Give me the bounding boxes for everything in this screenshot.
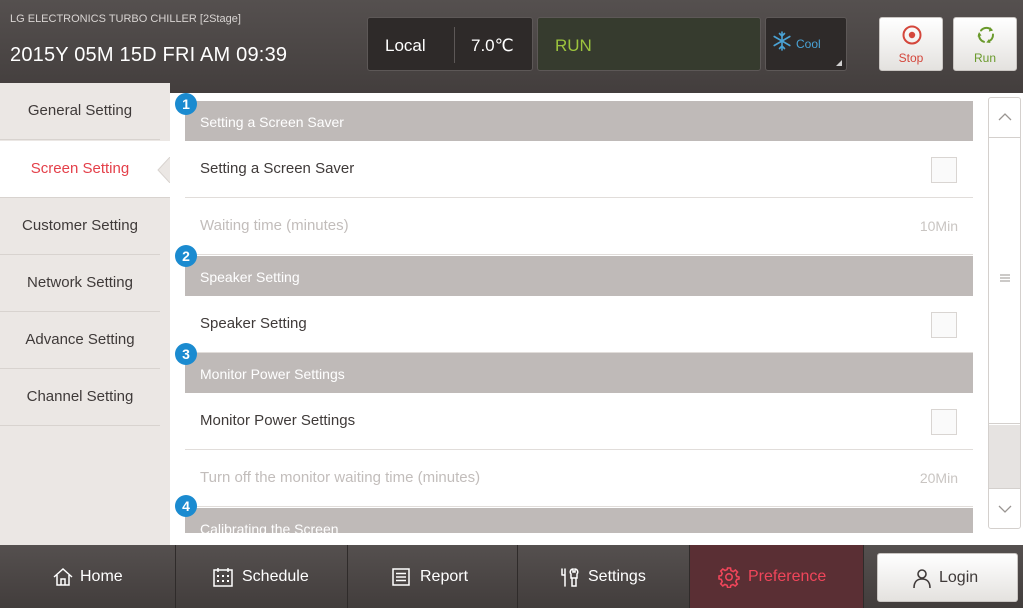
stop-button-label: Stop [898, 51, 924, 65]
sidebar-item-label: Screen Setting [30, 160, 130, 177]
nav-label: Home [80, 568, 123, 585]
login-button-label: Login [939, 569, 979, 586]
callout-badge: 3 [175, 343, 197, 365]
setting-row-monitor-power: Monitor Power Settings [185, 393, 973, 450]
sidebar-item-network-setting[interactable]: Network Setting [0, 255, 160, 312]
sidebar-item-general-setting[interactable]: General Setting [0, 83, 160, 140]
mode-divider [454, 27, 455, 63]
stop-button[interactable]: Stop [879, 17, 943, 71]
bottom-navigation-bar: Home Schedule Report Settings Preference… [0, 545, 1023, 608]
nav-report[interactable]: Report [348, 545, 518, 608]
setting-row-screen-saver: Setting a Screen Saver [185, 141, 973, 198]
speaker-checkbox[interactable] [931, 312, 957, 338]
sidebar-item-customer-setting[interactable]: Customer Setting [0, 198, 160, 255]
section-title: Speaker Setting [200, 269, 300, 285]
section-title: Setting a Screen Saver [200, 114, 344, 130]
operation-mode-selector[interactable]: Cool [765, 17, 847, 71]
run-button-label: Run [973, 51, 996, 65]
nav-home[interactable]: Home [0, 545, 176, 608]
control-mode-panel: Local 7.0℃ [367, 17, 533, 71]
chevron-up-icon [998, 113, 1012, 121]
callout-badge: 2 [175, 245, 197, 267]
sidebar-item-screen-setting[interactable]: Screen Setting [0, 141, 170, 198]
section-header-monitor-power: Monitor Power Settings [185, 353, 973, 393]
run-status-label: RUN [555, 36, 592, 55]
callout-badge: 1 [175, 93, 197, 115]
scroll-track[interactable] [989, 425, 1020, 488]
setting-row-speaker: Speaker Setting [185, 296, 973, 353]
section-title: Calibrating the Screen [200, 521, 339, 533]
sidebar-item-label: General Setting [27, 102, 133, 119]
nav-schedule[interactable]: Schedule [176, 545, 348, 608]
sidebar-item-channel-setting[interactable]: Channel Setting [0, 369, 160, 426]
active-item-pointer-icon [157, 157, 170, 183]
section-header-screen-saver: Setting a Screen Saver [185, 101, 973, 141]
run-status-panel: RUN [537, 17, 761, 71]
callout-badge: 4 [175, 495, 197, 517]
grip-lines-icon [1000, 274, 1010, 282]
sidebar-item-advance-setting[interactable]: Advance Setting [0, 312, 160, 369]
section-title: Monitor Power Settings [200, 366, 345, 382]
report-icon [392, 568, 410, 586]
nav-label: Preference [748, 568, 827, 585]
setting-label: Setting a Screen Saver [200, 160, 355, 177]
nav-label: Schedule [242, 568, 309, 585]
setting-label: Speaker Setting [200, 315, 307, 332]
stop-icon [902, 25, 922, 45]
monitor-off-time-value: 20Min [919, 470, 958, 486]
vertical-scrollbar[interactable] [988, 97, 1021, 529]
user-icon [913, 569, 931, 589]
gear-icon [718, 567, 740, 588]
section-header-speaker: Speaker Setting [185, 256, 973, 296]
recycle-run-icon [977, 26, 994, 43]
dropdown-corner-icon [836, 60, 842, 66]
screen-setting-panel: Setting a Screen Saver Setting a Screen … [170, 93, 1023, 545]
sidebar-item-label: Network Setting [27, 274, 133, 291]
scroll-down-button[interactable] [989, 488, 1020, 528]
sidebar-item-label: Channel Setting [26, 388, 134, 405]
sidebar-item-label: Customer Setting [22, 217, 138, 234]
control-mode-label: Local [385, 36, 426, 55]
tools-icon [561, 568, 579, 587]
waiting-time-value: 10Min [919, 218, 958, 234]
settings-sidebar: General Setting Screen Setting Customer … [0, 83, 170, 545]
snowflake-icon [773, 31, 791, 51]
nav-label: Report [420, 568, 469, 585]
top-status-bar: LG ELECTRONICS TURBO CHILLER [2Stage] 20… [0, 0, 1023, 93]
chevron-down-icon [998, 505, 1012, 513]
temperature-readout: 7.0℃ [471, 36, 514, 55]
login-button[interactable]: Login [877, 553, 1018, 602]
setting-label: Monitor Power Settings [200, 412, 356, 429]
device-name: LG ELECTRONICS TURBO CHILLER [2Stage] [10, 13, 241, 25]
calendar-icon [213, 568, 233, 587]
monitor-power-checkbox[interactable] [931, 409, 957, 435]
home-icon [53, 567, 73, 586]
nav-preference[interactable]: Preference [690, 545, 864, 608]
setting-label: Waiting time (minutes) [200, 217, 349, 234]
settings-list: Setting a Screen Saver Setting a Screen … [185, 101, 973, 533]
nav-settings[interactable]: Settings [518, 545, 690, 608]
current-datetime: 2015Y 05M 15D FRI AM 09:39 [10, 44, 288, 66]
section-header-calibration: Calibrating the Screen [185, 508, 973, 533]
scroll-up-button[interactable] [989, 98, 1020, 138]
screen-saver-checkbox[interactable] [931, 157, 957, 183]
scroll-thumb[interactable] [989, 138, 1020, 424]
setting-label: Turn off the monitor waiting time (minut… [200, 469, 481, 486]
nav-label: Settings [588, 568, 646, 585]
setting-row-monitor-off-time: Turn off the monitor waiting time (minut… [185, 450, 973, 507]
setting-row-waiting-time: Waiting time (minutes) 10Min [185, 198, 973, 255]
run-button[interactable]: Run [953, 17, 1017, 71]
sidebar-item-label: Advance Setting [25, 331, 135, 348]
operation-mode-label: Cool [796, 37, 821, 51]
